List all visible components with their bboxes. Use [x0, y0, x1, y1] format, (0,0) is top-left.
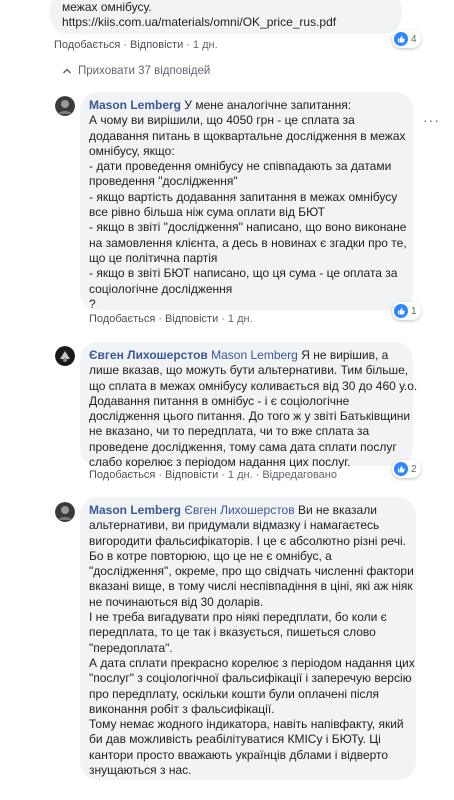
comment-line: - якщо вартість додавання запитання в ме…: [89, 189, 398, 204]
comment-line: соціологічне дослідження: [89, 281, 233, 296]
comment-line: би дав можливість реабілітуватися КМІСу …: [89, 732, 381, 747]
comment-actions: Подобається · Відповісти · 1 дн.: [89, 313, 253, 325]
reply-button[interactable]: Відповісти: [165, 469, 218, 481]
comment-line: Бо в котре повторюю, що це не є омнібус,…: [89, 548, 332, 563]
timestamp[interactable]: 1 дн.: [228, 313, 253, 325]
comment-author[interactable]: Євген Лихошерстов: [89, 348, 208, 362]
comment-line: знущаються з нас.: [89, 763, 192, 778]
top-comment-link[interactable]: https://kiis.com.ua/materials/omni/OK_pr…: [62, 15, 390, 30]
comment-line: додавання питань в щоквартальне дослідже…: [89, 128, 406, 143]
reaction-count: 4: [411, 33, 417, 45]
comment-author[interactable]: Mason Lemberg: [89, 98, 181, 112]
comment-first-line: Я не вирішив, а: [301, 348, 389, 362]
comment-line: - якщо в звіті БЮТ написано, що ця сума …: [89, 266, 398, 281]
comment-line: не починаються від 30 доларів.: [89, 594, 264, 609]
comment-line: лише вказав, що можуть бути альтернативи…: [89, 363, 409, 378]
comment-reactions[interactable]: 1: [392, 302, 421, 320]
hide-replies-link[interactable]: Приховати 37 відповідей: [62, 65, 210, 77]
comment-line: про передплату, оскільки кошти були опла…: [89, 686, 379, 701]
like-icon: [394, 462, 408, 476]
reply-button[interactable]: Відповісти: [165, 313, 218, 325]
comment-bubble: Mason Lemberg У мене аналогічне запитанн…: [80, 92, 413, 311]
top-comment-bubble: межах омнібусу. https://kiis.com.ua/mate…: [50, 0, 402, 34]
top-comment-reactions[interactable]: 4: [392, 30, 421, 48]
chevron-up-icon: [62, 68, 72, 74]
comment-line: альтернативи, ви придумали відмазку і на…: [89, 518, 380, 533]
comment-line: Додавання питання в омнібус - і є соціол…: [89, 393, 350, 408]
comment-first-line: Ви не вказали: [297, 503, 377, 517]
top-comment-actions: Подобається · Відповісти · 1 дн.: [54, 39, 218, 51]
comment-bubble: Mason Lemberg Євген Лихошерстов Ви не вк…: [80, 497, 416, 780]
timestamp[interactable]: 1 дн.: [193, 39, 218, 51]
comment-line: омнібусу, якщо:: [89, 143, 175, 158]
comment-line: "послуг" з соціологічної фальсифікації і…: [89, 671, 412, 686]
comment-line: що це політична партія: [89, 250, 218, 265]
like-button[interactable]: Подобається: [89, 313, 155, 325]
comment-line: А чому ви вирішили, що 4050 грн - це спл…: [89, 113, 355, 128]
comment-line: дослідження цього питання. До того ж у з…: [89, 409, 411, 424]
comment-line: "дослідження", окреме, про що свідчать ч…: [89, 564, 414, 579]
reaction-count: 2: [411, 463, 417, 475]
comment-first-line: У мене аналогічне запитання:: [184, 98, 352, 112]
comment-line: Тому немає жодного індикатора, навіть на…: [89, 717, 404, 732]
avatar[interactable]: [55, 346, 75, 366]
comment-line: - якщо в звіті "дослідження" написано, щ…: [89, 220, 407, 235]
comment-line: "передоплата".: [89, 640, 173, 655]
like-icon: [394, 304, 408, 318]
comment-line: на замовлення клієнта, а десь в новинах …: [89, 235, 407, 250]
hide-replies-label: Приховати 37 відповідей: [78, 65, 211, 77]
comment-line: проведене дослідження, тому сама дата сп…: [89, 439, 397, 454]
comment-line: проведення "дослідження": [89, 174, 238, 189]
comment-line: що сплата в межах омнібусу коливається в…: [89, 378, 418, 393]
comment-line: ?: [89, 296, 96, 311]
comment-mention[interactable]: Євген Лихошерстов: [184, 503, 294, 517]
timestamp[interactable]: 1 дн.: [228, 469, 253, 481]
reaction-count: 1: [411, 305, 417, 317]
avatar[interactable]: [55, 96, 75, 116]
comment-line: І не треба вигадувати про ніякі передпла…: [89, 610, 387, 625]
avatar[interactable]: [55, 502, 75, 522]
like-button[interactable]: Подобається: [89, 469, 155, 481]
comment-line: вигородити фальсифікаторів. І це є абсол…: [89, 533, 406, 548]
comment-line: все рівно більша ніж сума оплати від БЮТ: [89, 205, 325, 220]
like-icon: [394, 32, 408, 46]
comment-bubble: Євген Лихошерстов Mason Lemberg Я не вир…: [80, 342, 418, 469]
reply-button[interactable]: Відповісти: [130, 39, 183, 51]
comment-line: передплата, то це так і вказується, пише…: [89, 625, 376, 640]
comment-line: виконання робіт з фальсифікації.: [89, 701, 275, 716]
comment-line: кантори просто вважають українців дблами…: [89, 747, 389, 762]
comment-line: вказані вище, в тому числі неспівпадіння…: [89, 579, 413, 594]
more-options-icon[interactable]: ···: [423, 112, 440, 128]
comment-line: А дата сплати прекрасно корелює з період…: [89, 655, 415, 670]
top-comment-text: межах омнібусу.: [62, 0, 152, 14]
comment-line: не вказано, чи то передплата, чи то вже …: [89, 424, 370, 439]
comment-actions: Подобається · Відповісти · 1 дн. · Відредагова…: [89, 469, 337, 481]
comment-mention[interactable]: Mason Lemberg: [211, 348, 298, 362]
comment-line: - дати проведення омнібусу не співпадают…: [89, 159, 392, 174]
like-button[interactable]: Подобається: [54, 39, 120, 51]
comment-author[interactable]: Mason Lemberg: [89, 503, 181, 517]
edited-label[interactable]: Відредаговано: [262, 469, 337, 481]
comment-reactions[interactable]: 2: [392, 460, 421, 478]
